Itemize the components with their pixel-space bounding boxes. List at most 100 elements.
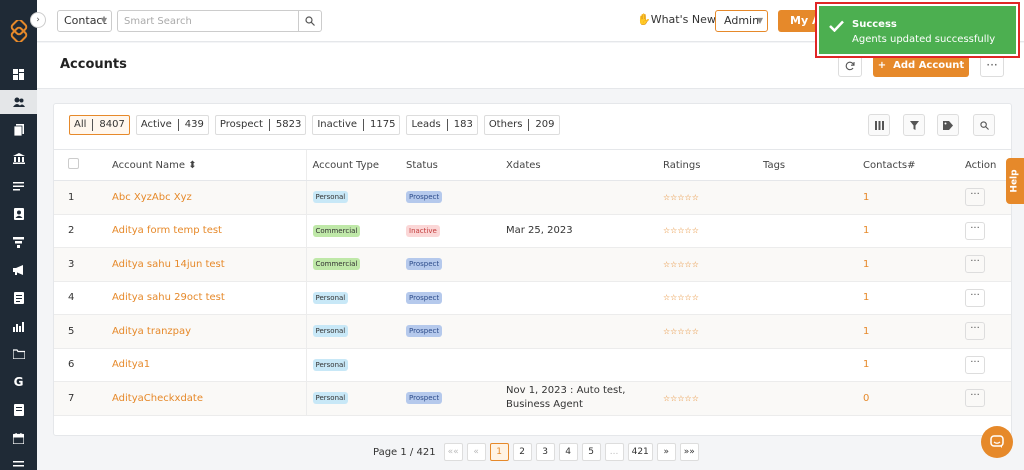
column-header-xdates[interactable]: Xdates	[506, 149, 663, 181]
account-type-cell: Personal	[305, 314, 406, 349]
toast-title: Success	[852, 19, 897, 30]
table-row[interactable]: 3 Aditya sahu 14jun test Commercial Pros…	[54, 247, 1011, 282]
add-account-button[interactable]: + Add Account	[873, 55, 969, 77]
select-all-checkbox[interactable]	[68, 158, 79, 169]
xdates-cell	[506, 247, 663, 282]
contacts-count-link[interactable]: 1	[863, 359, 869, 370]
document-icon[interactable]	[0, 286, 37, 310]
refresh-button[interactable]	[838, 55, 862, 77]
contacts-cell: 0	[863, 381, 965, 416]
account-name-link[interactable]: Aditya sahu 29oct test	[112, 292, 225, 303]
last-page-button[interactable]: »»	[679, 443, 699, 461]
calendar-icon[interactable]	[0, 426, 37, 450]
row-action-button[interactable]: ···	[965, 188, 985, 207]
account-name-link[interactable]: Aditya sahu 14jun test	[112, 259, 225, 270]
filter-button[interactable]	[903, 114, 925, 136]
page-button-5[interactable]: 5	[581, 443, 601, 461]
rating-stars[interactable]: ☆☆☆☆☆	[663, 327, 699, 336]
search-button[interactable]	[298, 10, 322, 32]
megaphone-icon[interactable]	[0, 258, 37, 282]
contacts-count-link[interactable]: 1	[863, 259, 869, 270]
filter-leads[interactable]: Leads 183	[406, 115, 478, 135]
folder-icon[interactable]	[0, 342, 37, 366]
columns-button[interactable]	[868, 114, 890, 136]
ratings-cell: ☆☆☆☆☆	[663, 214, 763, 248]
brand-logo-icon[interactable]	[8, 20, 30, 42]
whats-new-link[interactable]: ✋What's New	[637, 13, 716, 26]
filter-prospect[interactable]: Prospect 5823	[214, 115, 307, 135]
table-row[interactable]: 5 Aditya tranzpay Personal Prospect ☆☆☆☆…	[54, 314, 1011, 349]
rating-stars[interactable]: ☆☆☆☆☆	[663, 193, 699, 202]
accounts-icon[interactable]	[0, 90, 37, 114]
page-more-button[interactable]: ···	[980, 55, 1004, 77]
rating-stars[interactable]: ☆☆☆☆☆	[663, 293, 699, 302]
page-button-3[interactable]: 3	[535, 443, 555, 461]
contacts-count-link[interactable]: 1	[863, 292, 869, 303]
more-menu-icon[interactable]	[0, 452, 37, 470]
column-header-status[interactable]: Status	[406, 149, 506, 181]
list-icon[interactable]	[0, 174, 37, 198]
contacts-count-link[interactable]: 1	[863, 326, 869, 337]
filter-others[interactable]: Others 209	[483, 115, 560, 135]
row-action-button[interactable]: ···	[965, 322, 985, 341]
contacts-count-link[interactable]: 1	[863, 225, 869, 236]
contacts-cell: 1	[863, 348, 965, 382]
row-action-button[interactable]: ···	[965, 288, 985, 307]
notes-icon[interactable]	[0, 398, 37, 422]
first-page-button[interactable]: ««	[443, 443, 463, 461]
table-row[interactable]: 1 Abc XyzAbc Xyz Personal Prospect ☆☆☆☆☆…	[54, 180, 1011, 215]
dashboard-icon[interactable]	[0, 62, 37, 86]
page-button-last-number[interactable]: 421	[627, 443, 653, 461]
next-page-button[interactable]: »	[656, 443, 676, 461]
row-action-button[interactable]: ···	[965, 255, 985, 274]
table-row[interactable]: 4 Aditya sahu 29oct test Personal Prospe…	[54, 281, 1011, 315]
page-button-4[interactable]: 4	[558, 443, 578, 461]
row-action-button[interactable]: ···	[965, 355, 985, 374]
account-name-cell: Aditya tranzpay	[112, 314, 306, 349]
account-name-link[interactable]: Aditya tranzpay	[112, 326, 191, 337]
tags-button[interactable]	[937, 114, 959, 136]
smart-search-input[interactable]	[117, 10, 298, 32]
contacts-count-link[interactable]: 0	[863, 393, 869, 404]
chat-widget-button[interactable]	[981, 426, 1013, 458]
funnel-icon[interactable]	[0, 230, 37, 254]
bank-icon[interactable]	[0, 146, 37, 170]
account-name-link[interactable]: Abc XyzAbc Xyz	[112, 192, 192, 203]
column-header-contacts[interactable]: Contacts#	[863, 149, 965, 181]
column-header-ratings[interactable]: Ratings	[663, 149, 763, 181]
column-header-account-type[interactable]: Account Type	[305, 149, 406, 181]
contacts-count-link[interactable]: 1	[863, 192, 869, 203]
row-action-button[interactable]: ···	[965, 389, 985, 408]
prev-page-button[interactable]: «	[466, 443, 486, 461]
page-button-2[interactable]: 2	[512, 443, 532, 461]
admin-select[interactable]: Admin ▼	[715, 10, 768, 32]
table-row[interactable]: 2 Aditya form temp test Commercial Inact…	[54, 214, 1011, 248]
rating-stars[interactable]: ☆☆☆☆☆	[663, 394, 699, 403]
filter-inactive[interactable]: Inactive 1175	[312, 115, 401, 135]
account-name-link[interactable]: Aditya1	[112, 359, 150, 370]
tag-icon	[942, 120, 953, 130]
table-search-button[interactable]	[973, 114, 995, 136]
filter-active[interactable]: Active 439	[135, 115, 209, 135]
filter-all[interactable]: All 8407	[69, 115, 130, 135]
page-button-1[interactable]: 1	[489, 443, 509, 461]
account-name-link[interactable]: AdityaCheckxdate	[112, 393, 203, 404]
google-icon[interactable]: G	[0, 370, 37, 394]
table-row[interactable]: 7 AdityaCheckxdate Personal Prospect Nov…	[54, 381, 1011, 416]
documents-icon[interactable]	[0, 118, 37, 142]
reports-chart-icon[interactable]	[0, 314, 37, 338]
rating-stars[interactable]: ☆☆☆☆☆	[663, 260, 699, 269]
contact-type-select[interactable]: Contact ▼	[57, 10, 112, 32]
table-row[interactable]: 6 Aditya1 Personal 1 ···	[54, 348, 1011, 382]
success-toast[interactable]: Success Agents updated successfully	[815, 2, 1020, 58]
whats-new-label: What's New	[650, 13, 716, 26]
row-action-button[interactable]: ···	[965, 221, 985, 240]
column-header-tags[interactable]: Tags	[763, 149, 863, 181]
sidebar-collapse-button[interactable]: ›	[30, 12, 46, 28]
column-header-account-name[interactable]: Account Name ⬍	[112, 149, 306, 181]
help-tab[interactable]: Help	[1006, 158, 1024, 204]
rating-stars[interactable]: ☆☆☆☆☆	[663, 226, 699, 235]
contacts-book-icon[interactable]	[0, 202, 37, 226]
account-name-link[interactable]: Aditya form temp test	[112, 225, 222, 236]
row-number: 4	[54, 281, 112, 315]
